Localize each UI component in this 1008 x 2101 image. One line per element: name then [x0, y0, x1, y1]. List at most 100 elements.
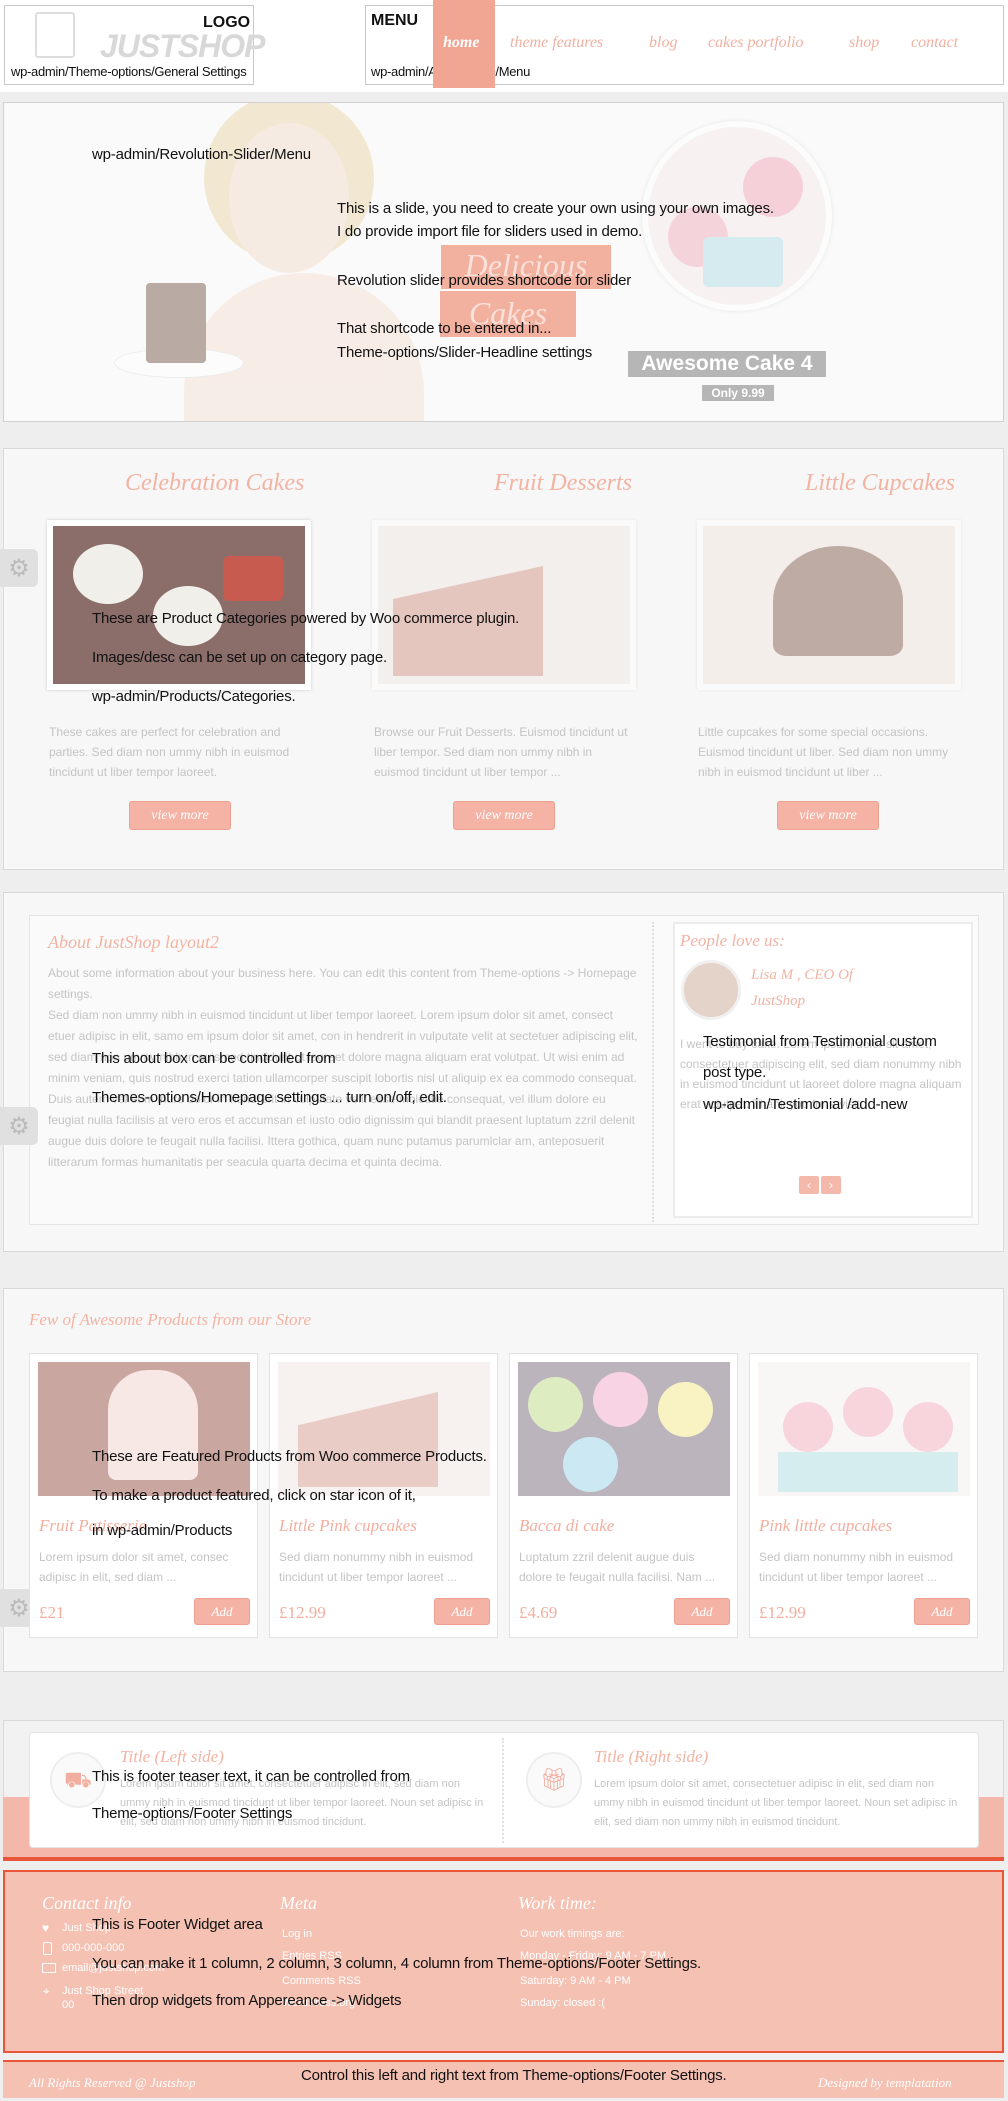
meta-link[interactable]: Comments RSS — [282, 1975, 361, 1987]
product-card[interactable]: Bacca di cake Luptatum zzril delenit aug… — [509, 1353, 738, 1638]
testimonial-heading: People love us: — [680, 931, 785, 950]
teaser-divider — [502, 1738, 506, 1843]
slide-product-price: Only 9.99 — [702, 385, 774, 401]
contact-item: 000-000-000 — [62, 1942, 125, 1954]
teacup — [223, 556, 283, 601]
product-card[interactable]: Pink little cupcakes Sed diam nonummy ni… — [749, 1353, 978, 1638]
view-more-button-cupcakes[interactable]: view more — [777, 801, 879, 830]
add-to-cart-button[interactable]: Add — [434, 1598, 490, 1625]
slider-note-4: That shortcode to be entered in... — [337, 320, 552, 337]
logo-label: LOGO — [203, 14, 251, 31]
product-image[interactable] — [758, 1362, 970, 1496]
testimonial-note-2: post type. — [703, 1064, 767, 1081]
categories-note-2: Images/desc can be set up on category pa… — [92, 649, 387, 666]
slider-note-2: I do provide import file for sliders use… — [337, 223, 643, 240]
bottom-bar-note: Control this left and right text from Th… — [301, 2067, 727, 2084]
shopping-bag-icon — [35, 12, 75, 58]
work-line: Saturday: 9 AM - 4 PM — [520, 1975, 631, 1987]
gear-icon[interactable]: ⚙ — [0, 1107, 38, 1145]
nav-shop[interactable]: shop — [849, 34, 879, 52]
designer-credit[interactable]: Designed by templatation — [818, 2075, 952, 2091]
work-line: Our work timings are: — [520, 1928, 625, 1940]
product-image[interactable] — [38, 1362, 250, 1496]
categories-note-1: These are Product Categories powered by … — [92, 610, 520, 627]
slider-note-3: Revolution slider provides shortcode for… — [337, 272, 632, 289]
cake-bite-a — [73, 544, 143, 604]
logo-settings-path: wp-admin/Theme-options/General Settings — [11, 64, 247, 79]
work-line: Sunday: closed :( — [520, 1997, 605, 2009]
menu-label: MENU — [371, 12, 419, 29]
logo-brand: JUSTSHOP — [100, 28, 265, 64]
footer-note-3: Then drop widgets from Appereance -> Wid… — [92, 1992, 402, 2009]
slide-product-title: Awesome Cake 4 — [628, 351, 826, 377]
footer-contact-title: Contact info — [42, 1893, 132, 1913]
product-image[interactable] — [518, 1362, 730, 1496]
product-price: £4.69 — [519, 1603, 558, 1622]
category-image-fruit[interactable] — [372, 520, 636, 690]
cupcake-yellow — [658, 1382, 713, 1437]
product-price: £21 — [39, 1603, 65, 1622]
category-desc-fruit: Browse our Fruit Desserts. Euismod tinci… — [374, 725, 628, 779]
testimonial-note-3: wp-admin/Testimonial /add-new — [703, 1096, 908, 1113]
cupcake-rose-3 — [903, 1402, 953, 1452]
product-desc: Sed diam nonummy nibh in euismod tincidu… — [279, 1550, 474, 1584]
logo-box[interactable]: JUSTSHOP LOGO wp-admin/Theme-options/Gen… — [4, 5, 265, 85]
about-divider-dots — [652, 922, 664, 1222]
teaser-note-2: Theme-options/Footer Settings — [92, 1805, 293, 1822]
about-note-2: Themes-options/Homepage settings ... tur… — [92, 1089, 447, 1106]
copyright-text: All Rights Reserved @ Justshop — [29, 2075, 196, 2090]
product-name[interactable]: Little Pink cupcakes — [279, 1516, 417, 1536]
heart-icon: ♥ — [42, 1921, 50, 1935]
cupcake-rose-1 — [783, 1402, 833, 1452]
category-title-celebration[interactable]: Celebration Cakes — [125, 470, 304, 497]
testimonial-next-button[interactable]: › — [821, 1176, 841, 1194]
cupcake-green — [528, 1377, 583, 1432]
cake-slice — [146, 283, 206, 363]
phone-icon — [43, 1942, 52, 1955]
meta-link[interactable]: Log in — [282, 1928, 312, 1940]
gear-icon[interactable]: ⚙ — [0, 549, 38, 587]
product-image[interactable] — [278, 1362, 490, 1496]
avatar — [681, 960, 741, 1020]
footer-meta-title: Meta — [280, 1893, 317, 1913]
about-note-1: This about box can be controlled from — [92, 1050, 336, 1067]
product-desc: Sed diam nonummy nibh in euismod tincidu… — [759, 1550, 954, 1584]
product-desc: Luptatum zzril delenit augue duis dolore… — [519, 1550, 716, 1584]
gift-icon: 🎁︎ — [526, 1752, 582, 1808]
products-note-3: in wp-admin/Products — [92, 1522, 233, 1539]
category-desc-celebration: These cakes are perfect for celebration … — [49, 725, 290, 779]
nav-blog[interactable]: blog — [649, 34, 677, 52]
nav-contact[interactable]: contact — [911, 34, 958, 52]
product-name[interactable]: Bacca di cake — [519, 1516, 614, 1536]
teaser-left-title: Title (Left side) — [120, 1747, 224, 1766]
category-desc-cupcakes: Little cupcakes for some special occasio… — [698, 725, 949, 779]
product-price: £12.99 — [759, 1603, 806, 1622]
view-more-button-fruit[interactable]: view more — [453, 801, 555, 830]
view-more-button-celebration[interactable]: view more — [129, 801, 231, 830]
teaser-right-text: Lorem ipsum dolor sit amet, consectetuer… — [594, 1778, 958, 1828]
nav-home[interactable]: home — [443, 34, 479, 52]
products-note-1: These are Featured Products from Woo com… — [92, 1448, 487, 1465]
testimonial-prev-button[interactable]: ‹ — [799, 1176, 819, 1194]
categories-note-3: wp-admin/Products/Categories. — [92, 688, 296, 705]
add-to-cart-button[interactable]: Add — [194, 1598, 250, 1625]
nav-theme-features[interactable]: theme features — [510, 34, 603, 52]
cake-slice-product — [298, 1392, 438, 1487]
add-to-cart-button[interactable]: Add — [914, 1598, 970, 1625]
nav-cakes-portfolio[interactable]: cakes portfolio — [708, 34, 804, 52]
cupcake-blue — [563, 1437, 618, 1492]
about-intro: About some information about your busine… — [48, 966, 637, 1001]
location-icon: ⌖ — [43, 1984, 50, 1998]
teaser-right-title: Title (Right side) — [594, 1747, 709, 1766]
add-to-cart-button[interactable]: Add — [674, 1598, 730, 1625]
muffin — [773, 546, 903, 656]
cupcake-base — [703, 237, 783, 287]
product-name[interactable]: Pink little cupcakes — [759, 1516, 892, 1536]
slider-settings-path: wp-admin/Revolution-Slider/Menu — [92, 146, 311, 163]
category-title-fruit[interactable]: Fruit Desserts — [494, 470, 632, 497]
products-note-2: To make a product featured, click on sta… — [92, 1487, 416, 1504]
category-image-cupcakes[interactable] — [697, 520, 961, 690]
testimonial-author: Lisa M , CEO Of JustShop — [751, 967, 854, 1009]
slider-note-1: This is a slide, you need to create your… — [337, 200, 774, 217]
category-title-cupcakes[interactable]: Little Cupcakes — [805, 470, 955, 497]
